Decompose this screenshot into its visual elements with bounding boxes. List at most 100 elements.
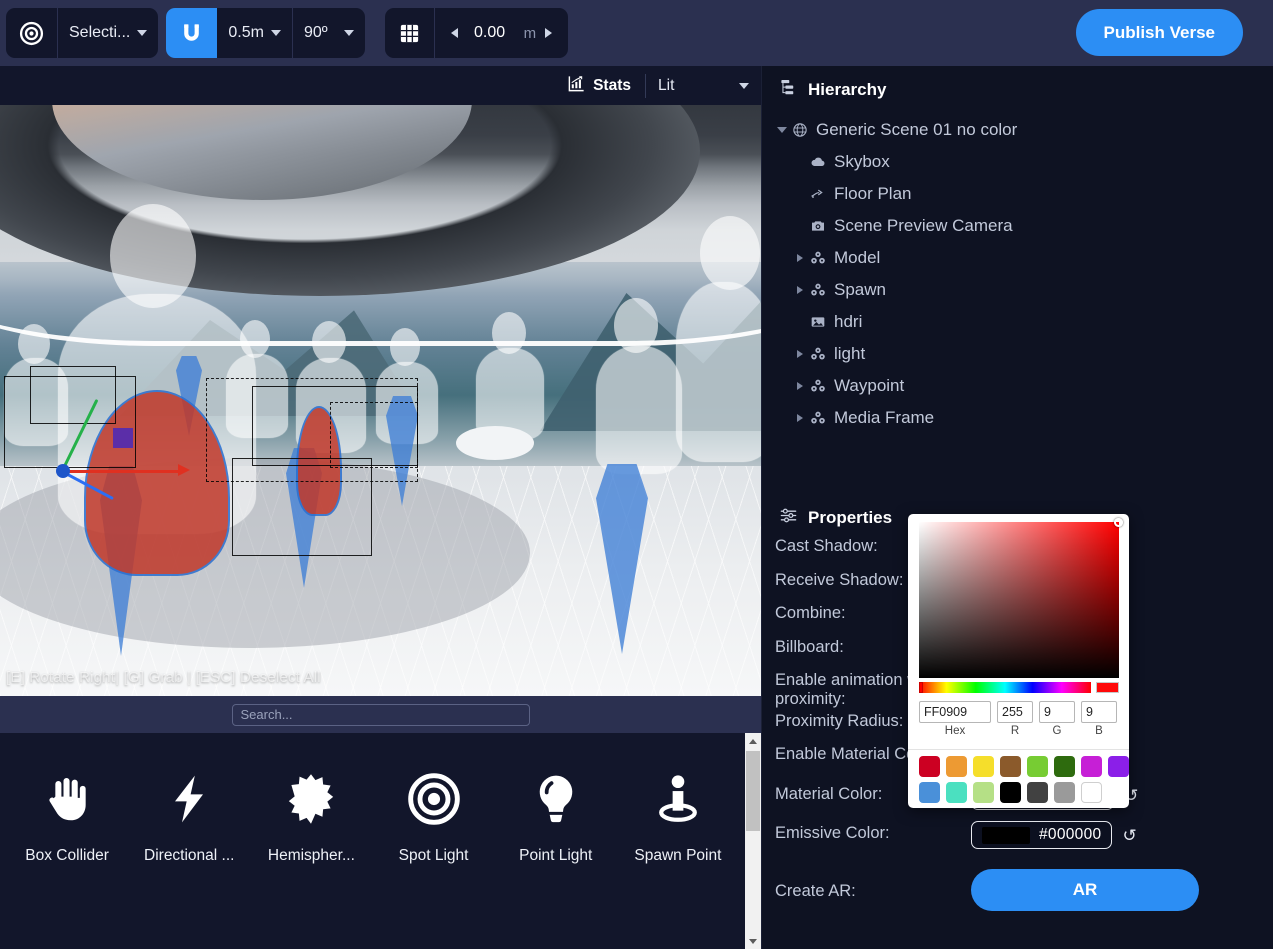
hex-input[interactable]: [919, 701, 991, 723]
selection-mode-dropdown[interactable]: Selecti...: [58, 8, 158, 58]
stats-label: Stats: [593, 76, 631, 94]
elevation-decrease-button[interactable]: [450, 28, 458, 38]
color-picker-popup[interactable]: Hex R G B: [908, 514, 1129, 808]
elevation-increase-button[interactable]: [545, 28, 553, 38]
emissive-color-hex: #000000: [1039, 826, 1102, 844]
hue-slider-knob[interactable]: [919, 682, 923, 693]
asset-item-spawn-point[interactable]: Spawn Point: [617, 747, 739, 909]
expand-toggle[interactable]: [792, 286, 808, 294]
preset-swatch[interactable]: [919, 782, 940, 803]
hierarchy-item-scene-preview-camera[interactable]: Scene Preview Camera: [762, 210, 1273, 242]
asset-item-box-collider[interactable]: Box Collider: [6, 747, 128, 909]
preset-swatch[interactable]: [1027, 756, 1048, 777]
expand-toggle[interactable]: [792, 350, 808, 358]
scroll-down-button[interactable]: [745, 933, 761, 949]
asset-item-label: Box Collider: [25, 847, 109, 864]
hierarchy-item-skybox[interactable]: Skybox: [762, 146, 1273, 178]
scrollbar-thumb[interactable]: [746, 751, 760, 831]
expand-toggle[interactable]: [792, 414, 808, 422]
target-icon[interactable]: [6, 8, 57, 58]
asset-item-directional[interactable]: Directional ...: [128, 747, 250, 909]
shading-mode-dropdown[interactable]: Lit: [646, 66, 761, 105]
create-ar-label: Create AR:: [775, 881, 856, 900]
snap-distance-label: 0.5m: [228, 24, 264, 41]
hierarchy-item-media-frame[interactable]: Media Frame: [762, 402, 1273, 434]
bounding-box: [232, 458, 372, 556]
saturation-cursor[interactable]: [1114, 518, 1123, 527]
preset-swatch[interactable]: [946, 756, 967, 777]
preset-swatch[interactable]: [973, 756, 994, 777]
asset-panel-scrollbar[interactable]: [745, 733, 761, 949]
snap-distance-dropdown[interactable]: 0.5m: [217, 8, 292, 58]
preset-swatch[interactable]: [1027, 782, 1048, 803]
publish-verse-button[interactable]: Publish Verse: [1075, 9, 1243, 56]
property-row-emissive-color: Emissive Color: #000000 ↺: [762, 821, 1273, 855]
hierarchy-item-model[interactable]: Model: [762, 242, 1273, 274]
preset-swatch[interactable]: [1054, 782, 1075, 803]
red-field-label: R: [1010, 725, 1020, 737]
red-input[interactable]: [997, 701, 1033, 723]
asset-item-hemispher[interactable]: Hemispher...: [250, 747, 372, 909]
hierarchy-item-generic-scene-01-no-color[interactable]: Generic Scene 01 no color: [762, 114, 1273, 146]
preset-swatch[interactable]: [1081, 782, 1102, 803]
hierarchy-tree: Generic Scene 01 no color Skybox Floor Pla…: [762, 112, 1273, 434]
hue-slider[interactable]: [919, 682, 1091, 693]
create-ar-button[interactable]: AR: [971, 868, 1199, 911]
preset-swatch[interactable]: [919, 756, 940, 777]
asset-item-label: Spot Light: [398, 847, 469, 864]
preset-swatch[interactable]: [946, 782, 967, 803]
asset-item-point-light[interactable]: Point Light: [495, 747, 617, 909]
preset-swatch[interactable]: [973, 782, 994, 803]
preset-swatch[interactable]: [1108, 756, 1129, 777]
cubes-icon: [808, 378, 828, 394]
green-input[interactable]: [1039, 701, 1075, 723]
cubes-icon: [808, 346, 828, 362]
hierarchy-icon: [779, 78, 798, 102]
bounding-box: [30, 366, 116, 424]
hierarchy-item-light[interactable]: light: [762, 338, 1273, 370]
chevron-right-icon[interactable]: [797, 286, 803, 294]
avatar-body: [596, 346, 682, 474]
blue-field-label: B: [1095, 725, 1103, 737]
emissive-color-reset-icon[interactable]: ↺: [1122, 827, 1136, 844]
hierarchy-item-hdri[interactable]: hdri: [762, 306, 1273, 338]
emissive-color-field[interactable]: #000000: [971, 821, 1113, 850]
elevation-unit: m: [523, 24, 537, 42]
hierarchy-item-label: Skybox: [834, 152, 890, 171]
expand-toggle[interactable]: [792, 382, 808, 390]
chevron-down-icon: [749, 938, 757, 944]
chevron-right-icon[interactable]: [797, 254, 803, 262]
preset-swatch[interactable]: [1000, 756, 1021, 777]
hierarchy-item-floor-plan[interactable]: Floor Plan: [762, 178, 1273, 210]
scroll-up-button[interactable]: [745, 733, 761, 749]
asset-item-spot-light[interactable]: Spot Light: [372, 747, 494, 909]
grid-icon[interactable]: [385, 8, 434, 58]
snap-angle-dropdown[interactable]: 90º: [293, 8, 365, 58]
expand-toggle[interactable]: [792, 254, 808, 262]
gizmo-origin[interactable]: [56, 464, 70, 478]
blue-input[interactable]: [1081, 701, 1117, 723]
chevron-right-icon[interactable]: [797, 382, 803, 390]
preset-swatch[interactable]: [1081, 756, 1102, 777]
top-toolbar: Selecti... 0.5m 90º 0.00 m Publish Verse: [0, 0, 1273, 66]
emissive-color-swatch[interactable]: [982, 826, 1030, 844]
chevron-down-icon[interactable]: [777, 127, 787, 133]
preset-swatch[interactable]: [1054, 756, 1075, 777]
hierarchy-item-spawn[interactable]: Spawn: [762, 274, 1273, 306]
hierarchy-item-waypoint[interactable]: Waypoint: [762, 370, 1273, 402]
preset-swatch[interactable]: [1000, 782, 1021, 803]
magnet-icon[interactable]: [166, 8, 218, 58]
chevron-down-icon: [137, 30, 148, 36]
chevron-right-icon[interactable]: [797, 414, 803, 422]
stats-button[interactable]: Stats: [553, 66, 645, 105]
picker-divider: [908, 749, 1129, 750]
elevation-value[interactable]: 0.00: [470, 24, 510, 42]
avatar-head: [110, 204, 196, 308]
chevron-right-icon[interactable]: [797, 350, 803, 358]
scene-viewport[interactable]: [E] Rotate Right| [G] Grab | [ESC] Desel…: [0, 66, 761, 696]
camera-icon: [808, 218, 828, 234]
saturation-value-area[interactable]: [919, 518, 1123, 678]
expand-toggle[interactable]: [774, 127, 790, 133]
search-input[interactable]: [231, 703, 530, 726]
gizmo-x-axis[interactable]: [62, 470, 180, 473]
